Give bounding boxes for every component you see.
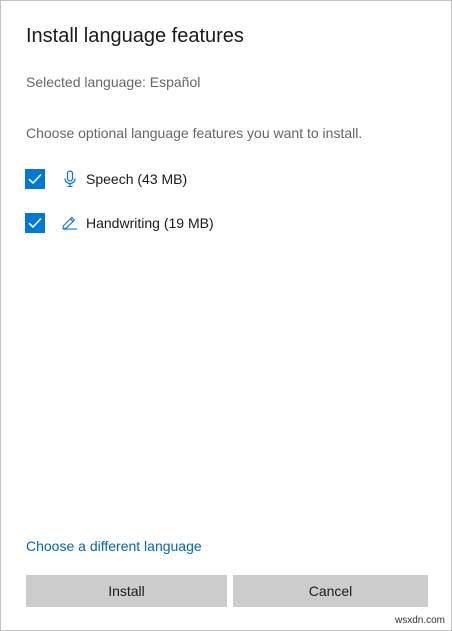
- selected-language-text: Selected language: Español: [26, 74, 201, 90]
- checkmark-icon: [28, 173, 42, 185]
- speech-label: Speech (43 MB): [86, 171, 188, 187]
- feature-handwriting[interactable]: Handwriting (19 MB): [25, 212, 214, 234]
- pen-icon: [62, 214, 78, 232]
- speech-checkbox[interactable]: [25, 169, 45, 189]
- feature-speech[interactable]: Speech (43 MB): [25, 168, 187, 190]
- watermark-text: wsxdn.com: [394, 615, 445, 626]
- install-button[interactable]: Install: [26, 575, 227, 607]
- cancel-button[interactable]: Cancel: [233, 575, 428, 607]
- choose-different-language-link[interactable]: Choose a different language: [26, 537, 202, 555]
- install-language-features-dialog: Install language features Selected langu…: [0, 0, 452, 631]
- handwriting-checkbox[interactable]: [25, 213, 45, 233]
- checkmark-icon: [28, 217, 42, 229]
- dialog-title: Install language features: [26, 25, 244, 47]
- handwriting-label: Handwriting (19 MB): [86, 215, 214, 231]
- instruction-text: Choose optional language features you wa…: [26, 125, 363, 141]
- microphone-icon: [62, 170, 78, 188]
